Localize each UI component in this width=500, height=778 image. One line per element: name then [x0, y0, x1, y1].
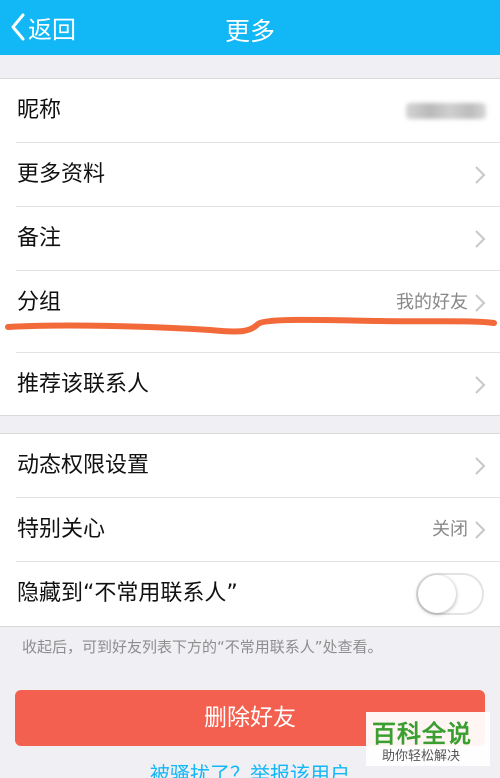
group-row[interactable]: 分组 我的好友	[0, 271, 500, 353]
group-label: 分组	[17, 290, 62, 315]
navigation-bar: 返回 更多	[0, 0, 500, 55]
chevron-right-icon	[475, 376, 486, 394]
chevron-right-icon	[475, 457, 486, 475]
more-info-row[interactable]: 更多资料	[0, 143, 500, 207]
remark-row[interactable]: 备注	[0, 207, 500, 271]
contact-settings-group: 昵称 更多资料 备注 分组 我的好友 推荐该联系人	[0, 78, 500, 416]
recommend-row[interactable]: 推荐该联系人	[0, 353, 500, 417]
watermark-subtitle: 助你轻松解决	[382, 749, 461, 764]
more-info-label: 更多资料	[17, 162, 106, 187]
watermark-title: 百科全说	[372, 720, 472, 748]
hide-toggle-switch[interactable]	[416, 573, 484, 615]
special-care-label: 特别关心	[17, 517, 106, 542]
special-care-value: 关闭	[432, 519, 468, 540]
hide-hint-text: 收起后，可到好友列表下方的“不常用联系人”处查看。	[22, 638, 383, 656]
privacy-settings-group: 动态权限设置 特别关心 关闭 隐藏到“不常用联系人”	[0, 433, 500, 627]
chevron-right-icon	[475, 294, 486, 312]
nickname-row[interactable]: 昵称	[0, 79, 500, 143]
permissions-label: 动态权限设置	[17, 453, 150, 478]
chevron-right-icon	[475, 521, 486, 539]
permissions-row[interactable]: 动态权限设置	[0, 434, 500, 498]
hide-label: 隐藏到“不常用联系人”	[17, 581, 238, 606]
chevron-right-icon	[475, 230, 486, 248]
chevron-right-icon	[475, 166, 486, 184]
group-value: 我的好友	[396, 292, 468, 313]
page-title: 更多	[224, 17, 275, 46]
toggle-knob	[418, 575, 456, 613]
special-care-row[interactable]: 特别关心 关闭	[0, 498, 500, 562]
remark-label: 备注	[17, 226, 62, 251]
hide-row: 隐藏到“不常用联系人”	[0, 562, 500, 626]
watermark-logo: 百科全说 助你轻松解决	[366, 712, 490, 766]
nickname-label: 昵称	[17, 98, 62, 123]
nickname-value-blurred	[406, 103, 486, 119]
recommend-label: 推荐该联系人	[17, 372, 150, 397]
